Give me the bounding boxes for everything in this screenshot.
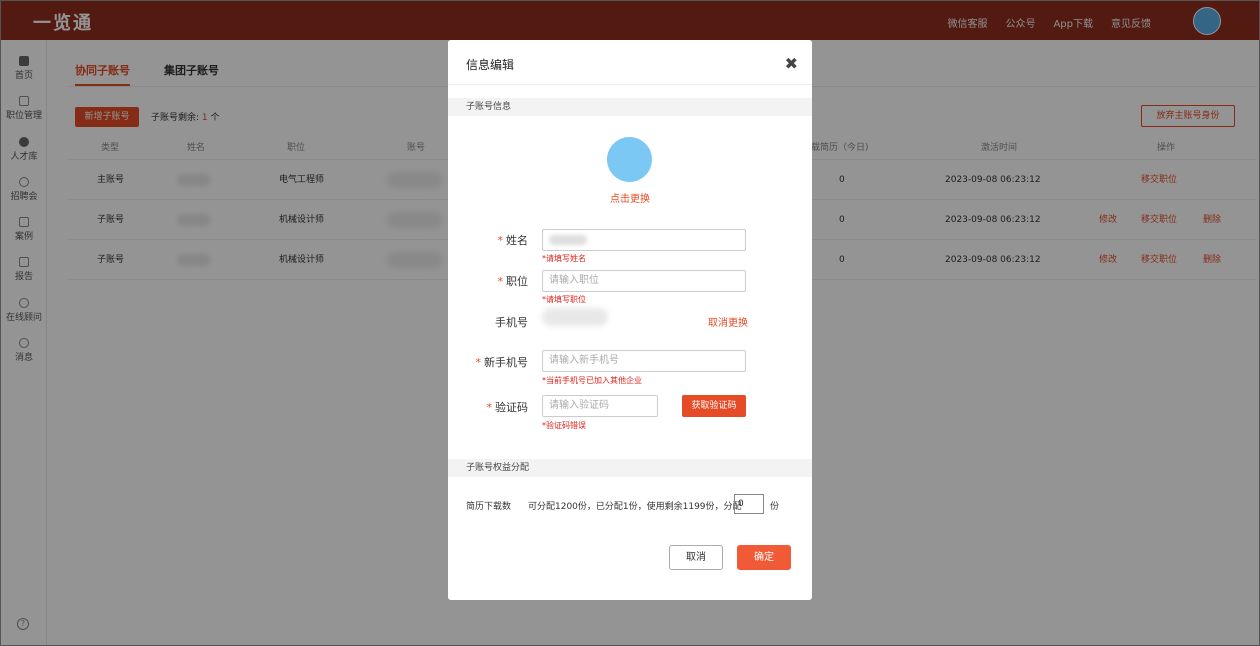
name-input[interactable] [542,229,746,251]
new-phone-label: * 新手机号 [475,356,529,369]
confirm-button[interactable]: 确定 [737,545,791,570]
cancel-button[interactable]: 取消 [669,545,723,570]
code-label: * 验证码 [486,401,529,414]
section-label: 子账号权益分配 [466,463,530,473]
dialog-title: 信息编辑 [466,58,515,72]
edit-info-dialog: 信息编辑 ✖ 子账号信息 点击更换 * 姓名 *请填写姓名 * 职位 请输入职位 *… [448,40,812,600]
get-code-button[interactable]: 获取验证码 [682,395,746,417]
change-avatar-link[interactable]: 点击更换 [448,190,812,205]
new-phone-input[interactable]: 请输入新手机号 [542,350,746,372]
app-window: 一览通 微信客服 公众号 App下载 意见反馈 首页 职位管理 人才库 招聘会 … [0,0,1260,646]
download-desc: 可分配1200份，已分配1份，使用剩余1199份，分配 [528,502,742,512]
download-unit: 份 [770,502,780,512]
new-phone-error: *当前手机号已加入其他企业 [542,376,642,385]
phone-value [542,308,608,326]
dialog-divider [448,84,812,85]
code-input[interactable]: 请输入验证码 [542,395,658,417]
download-quota-input[interactable]: 0 [734,494,764,514]
phone-label: 手机号 [495,316,528,329]
name-error: *请填写姓名 [542,254,586,263]
close-icon[interactable]: ✖ [785,54,798,73]
position-error: *请填写职位 [542,295,586,304]
cancel-change-link[interactable]: 取消更换 [708,314,748,329]
section-rights: 子账号权益分配 [448,459,812,477]
subaccount-avatar[interactable] [607,137,652,182]
section-label: 子账号信息 [466,102,512,112]
code-error: *验证码错误 [542,421,586,430]
download-label: 简历下载数 [466,502,512,512]
name-label: * 姓名 [497,234,529,247]
section-subaccount-info: 子账号信息 [448,98,812,116]
position-label: * 职位 [497,275,529,288]
position-input[interactable]: 请输入职位 [542,270,746,292]
